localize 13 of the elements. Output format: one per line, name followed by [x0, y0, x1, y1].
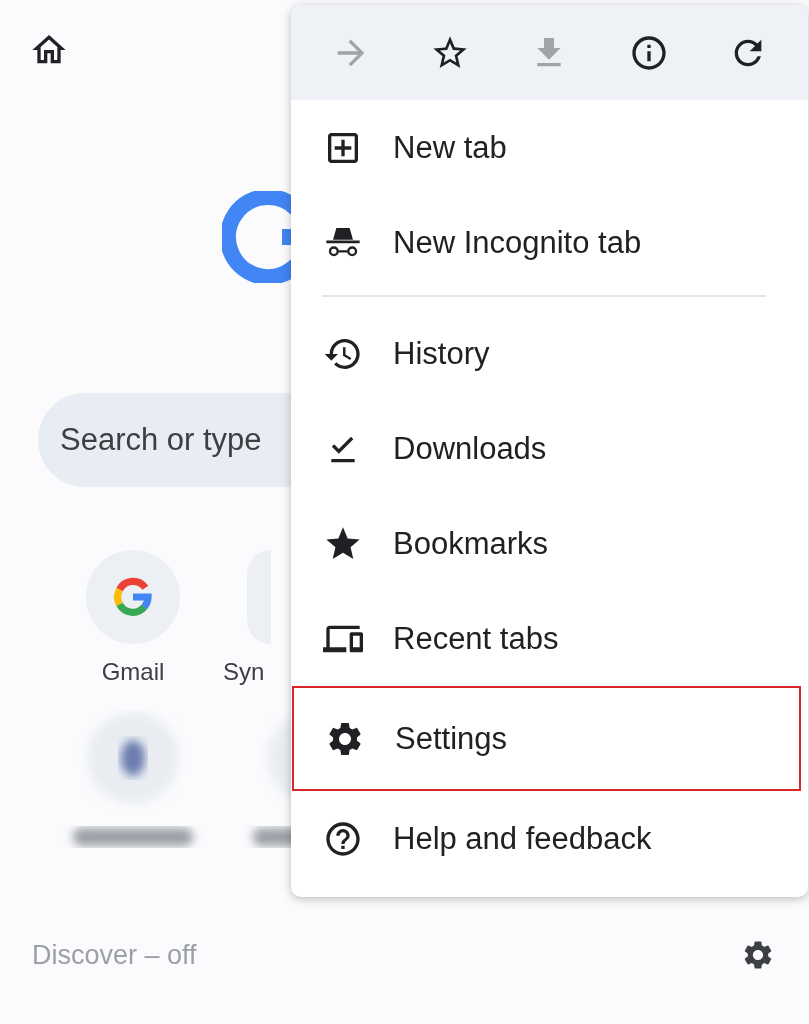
google-logo-icon	[222, 191, 291, 283]
shortcut-label: Gmail	[101, 658, 165, 686]
menu-item[interactable]: Recent tabs	[291, 591, 808, 686]
menu-item[interactable]: Downloads	[291, 401, 808, 496]
shortcut-label: Syn	[223, 658, 265, 686]
discover-status: Discover – off	[32, 939, 197, 971]
menu-item[interactable]: New Incognito tab	[291, 195, 808, 290]
search-field[interactable]: Search or type	[38, 393, 291, 487]
menu-item[interactable]: Help and feedback	[291, 791, 808, 886]
menu-item[interactable]: Bookmarks	[291, 496, 808, 591]
menu-item[interactable]: History	[291, 306, 808, 401]
menu-item[interactable]: Settings	[292, 686, 801, 791]
menu-item[interactable]: New tab	[291, 100, 808, 195]
